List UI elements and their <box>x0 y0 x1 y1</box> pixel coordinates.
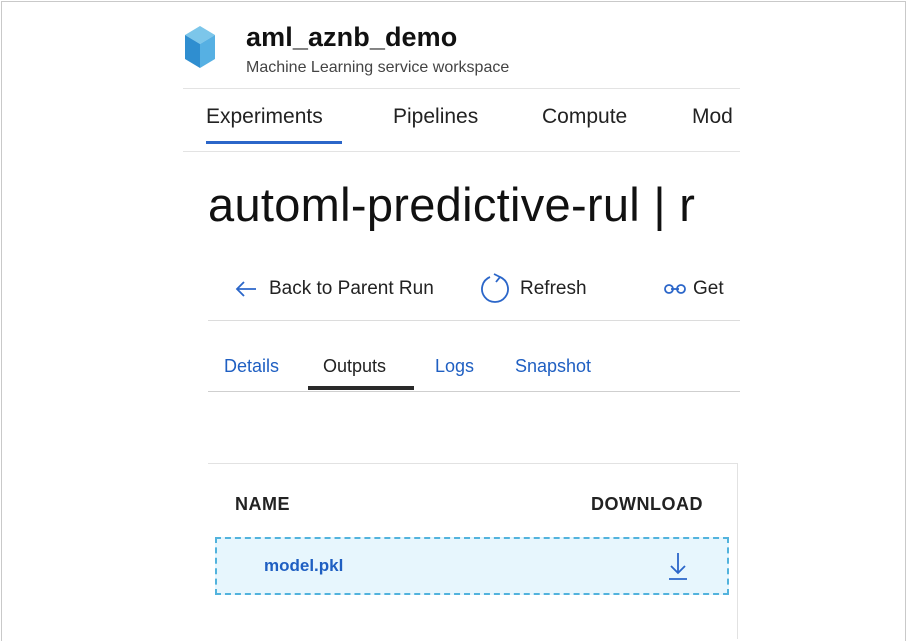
tab-pipelines[interactable]: Pipelines <box>393 105 478 129</box>
toolbar: Back to Parent Run Refresh Get <box>208 265 740 321</box>
download-icon[interactable] <box>665 549 691 583</box>
tab-models[interactable]: Mod <box>692 105 733 129</box>
tab-logs[interactable]: Logs <box>435 356 474 377</box>
tab-snapshot[interactable]: Snapshot <box>515 356 591 377</box>
column-header-name: NAME <box>235 494 290 514</box>
top-nav: Experiments Pipelines Compute Mod <box>183 88 740 152</box>
arrow-left-icon <box>235 281 256 297</box>
workspace-name: aml_aznb_demo <box>246 22 458 52</box>
page-title: automl-predictive-rul | r <box>208 178 696 231</box>
refresh-button[interactable]: Refresh <box>478 265 587 313</box>
get-label: Get <box>693 278 724 299</box>
active-tab-indicator <box>206 141 342 144</box>
run-tabs: Details Outputs Logs Snapshot <box>208 345 740 392</box>
outputs-table: NAME DOWNLOAD model.pkl <box>208 463 738 639</box>
cube-icon <box>185 26 215 68</box>
refresh-label: Refresh <box>520 278 587 299</box>
tab-details[interactable]: Details <box>224 356 279 377</box>
get-link-button[interactable]: Get <box>663 265 724 313</box>
workspace-panel: aml_aznb_demo Machine Learning service w… <box>183 0 740 642</box>
tab-experiments[interactable]: Experiments <box>206 105 323 129</box>
tab-compute[interactable]: Compute <box>542 105 627 129</box>
refresh-icon <box>481 273 509 303</box>
column-header-download: DOWNLOAD <box>591 494 703 514</box>
link-icon <box>664 284 686 294</box>
back-to-parent-run-button[interactable]: Back to Parent Run <box>235 265 434 313</box>
file-name-link[interactable]: model.pkl <box>264 556 343 576</box>
tab-outputs[interactable]: Outputs <box>323 356 386 377</box>
table-row[interactable]: model.pkl <box>215 537 729 595</box>
back-to-parent-run-label: Back to Parent Run <box>269 278 434 299</box>
active-subtab-indicator <box>308 386 414 390</box>
workspace-subtitle: Machine Learning service workspace <box>246 59 510 76</box>
